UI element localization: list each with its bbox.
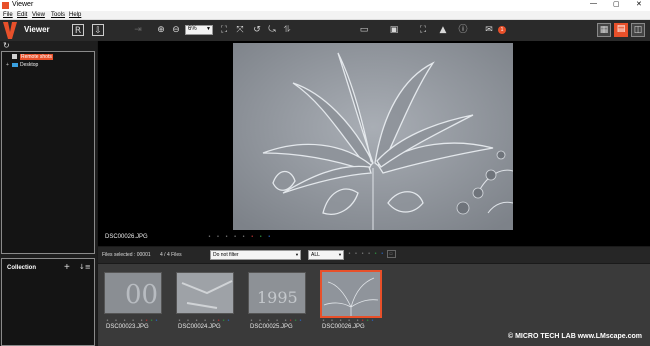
app-logo-icon — [3, 22, 17, 39]
image-icon[interactable]: ▲ — [437, 24, 449, 36]
files-selected-label: Files selected : 00001 — [102, 252, 151, 258]
filmstrip: 00 1995 • • • • •••• • • • • •••• • • • … — [98, 264, 650, 346]
type-select-value: ALL — [311, 252, 320, 258]
close-button[interactable]: ✕ — [636, 0, 642, 8]
sort-icon[interactable]: ↓≡ — [79, 263, 91, 271]
split-view-icon[interactable]: ◫ — [631, 23, 645, 37]
menu-tools[interactable]: Tools — [51, 12, 65, 18]
app-icon — [2, 2, 9, 9]
folder-tree: Remote shots + Desktop — [1, 51, 95, 254]
menu-view[interactable]: View — [32, 12, 45, 18]
thumbnail-selected[interactable] — [320, 270, 382, 318]
filter-select-value: Do not filter — [213, 252, 239, 258]
folder-icon — [12, 54, 17, 59]
zoom-value: 6% — [188, 26, 197, 32]
menu-file[interactable]: File — [3, 12, 13, 18]
chevron-down-icon: ▼ — [338, 252, 342, 257]
main-image[interactable] — [233, 43, 513, 230]
refresh-icon[interactable]: ↻ — [3, 41, 10, 50]
flip-icon[interactable]: ⥮ — [281, 24, 293, 36]
desktop-folder-icon — [12, 63, 18, 67]
fullscreen-icon[interactable]: ⛶ — [417, 24, 429, 36]
fit-screen-icon[interactable]: ⛶ — [218, 24, 230, 36]
watermark: © MICRO TECH LAB www.LMscape.com — [508, 333, 643, 340]
image-viewer: DSC00026.JPG • • • • • • • • — [98, 41, 650, 246]
tree-item-label: Desktop — [20, 62, 39, 68]
filmstrip-view-icon[interactable]: ▤ — [614, 23, 628, 37]
collection-title: Collection — [7, 265, 37, 271]
toolbar: Viewer R ⇩ ⇥ ⊕ ⊖ 6% ▼ ⛶ ⤧ ↺ ⤿ ⥮ ▭ ▣ ⛶ ▲ … — [0, 20, 650, 41]
export-icon[interactable]: ⇩ — [92, 24, 104, 36]
zoom-in-icon[interactable]: ⊕ — [155, 24, 167, 36]
thumbnail-label: DSC00023.JPG — [106, 324, 149, 330]
compare-view-icon[interactable]: ▭ — [358, 24, 370, 36]
sidebar: ↻ Remote shots + Desktop Collection + ↓≡ — [0, 41, 97, 346]
tree-item-label: Remote shots — [20, 54, 53, 60]
window-title: Viewer — [12, 1, 34, 8]
thumbnail[interactable] — [176, 272, 234, 314]
chevron-down-icon: ▼ — [206, 26, 211, 32]
menu-help[interactable]: Help — [69, 12, 81, 18]
chevron-down-icon: ▼ — [295, 252, 299, 257]
thumbnail[interactable]: 00 — [104, 272, 162, 314]
thumbnail-label: DSC00024.JPG — [178, 324, 221, 330]
grid-view-icon[interactable]: ▦ — [597, 23, 611, 37]
notification-badge: 1 — [498, 26, 506, 34]
minimize-button[interactable]: — — [590, 0, 597, 7]
type-select[interactable]: ALL ▼ — [308, 250, 344, 260]
rating-dots[interactable]: • • • • • • • • — [208, 234, 273, 240]
maximize-button[interactable]: ▢ — [613, 0, 620, 8]
mail-icon[interactable]: ✉ — [483, 24, 495, 36]
rotate-right-icon[interactable]: ⤿ — [266, 24, 278, 36]
file-count-label: 4 / 4 Files — [160, 252, 182, 258]
zoom-select[interactable]: 6% ▼ — [185, 25, 213, 35]
import-icon[interactable]: R — [72, 24, 84, 36]
thumbnail[interactable]: 1995 — [248, 272, 306, 314]
viewer-filename: DSC00026.JPG — [105, 234, 148, 240]
thumbnail-label: DSC00025.JPG — [250, 324, 293, 330]
add-collection-icon[interactable]: + — [64, 262, 70, 273]
rotate-left-icon[interactable]: ↺ — [251, 24, 263, 36]
collection-panel: Collection + ↓≡ — [1, 258, 95, 346]
svg-text:1995: 1995 — [257, 288, 298, 307]
info-icon[interactable]: ⓘ — [457, 24, 469, 36]
share-icon[interactable]: ⇥ — [132, 24, 144, 36]
actual-size-icon[interactable]: ⤧ — [234, 24, 246, 36]
filter-select[interactable]: Do not filter ▼ — [210, 250, 301, 260]
expand-icon[interactable]: + — [6, 62, 9, 68]
filter-rating-dots[interactable]: • • • • • • ▫ — [348, 250, 396, 258]
filter-bar: Files selected : 00001 4 / 4 Files Do no… — [98, 247, 650, 263]
menu-edit[interactable]: Edit — [17, 12, 27, 18]
zoom-out-icon[interactable]: ⊖ — [170, 24, 182, 36]
app-name: Viewer — [24, 25, 50, 34]
thumbnail-label: DSC00026.JPG — [322, 324, 365, 330]
slideshow-icon[interactable]: ▣ — [388, 24, 400, 36]
menu-bar: File Edit View Tools Help — [0, 11, 650, 20]
title-bar: Viewer — ▢ ✕ — [0, 0, 650, 11]
svg-text:00: 00 — [125, 280, 158, 310]
